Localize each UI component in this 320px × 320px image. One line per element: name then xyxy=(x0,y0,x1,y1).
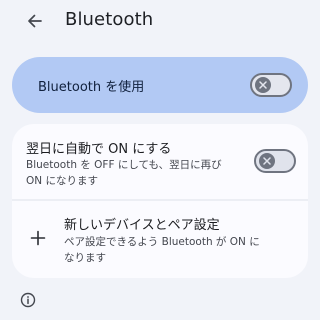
pair-new-device-subtitle: ペア設定できるよう Bluetooth が ON に なります xyxy=(64,234,260,266)
use-bluetooth-toggle-card[interactable]: Bluetooth を使用 xyxy=(12,57,308,113)
top-app-bar: Bluetooth xyxy=(0,0,320,44)
close-icon xyxy=(259,81,267,89)
pair-new-device-title: 新しいデバイスとペア設定 xyxy=(64,218,220,233)
use-bluetooth-label: Bluetooth を使用 xyxy=(38,80,145,95)
auto-on-switch[interactable] xyxy=(254,149,296,173)
auto-on-subtitle-line2: ON になります xyxy=(26,175,98,187)
pair-new-device-subtitle-line1: ペア設定できるよう Bluetooth が ON に xyxy=(64,236,260,248)
close-icon xyxy=(263,157,271,165)
page-title: Bluetooth xyxy=(65,9,154,30)
use-bluetooth-switch[interactable] xyxy=(250,73,292,97)
auto-on-next-day-row[interactable]: 翌日に自動で ON にする Bluetooth を OFF にしても、翌日に再び… xyxy=(12,124,308,199)
arrow-back-icon xyxy=(28,14,42,28)
back-button[interactable] xyxy=(18,6,52,36)
auto-on-subtitle-line1: Bluetooth を OFF にしても、翌日に再び xyxy=(26,159,222,171)
switch-thumb xyxy=(259,153,275,169)
switch-thumb xyxy=(255,77,271,93)
bluetooth-settings-screen: Bluetooth Bluetooth を使用 翌日に自動で ON にする Bl… xyxy=(0,0,320,320)
auto-on-subtitle: Bluetooth を OFF にしても、翌日に再び ON になります xyxy=(26,157,222,189)
info-icon xyxy=(20,292,36,308)
bluetooth-options-card: 翌日に自動で ON にする Bluetooth を OFF にしても、翌日に再び… xyxy=(12,124,308,278)
pair-new-device-subtitle-line2: なります xyxy=(64,252,106,264)
pair-new-device-row[interactable]: 新しいデバイスとペア設定 ペア設定できるよう Bluetooth が ON に … xyxy=(12,201,308,278)
plus-icon xyxy=(30,230,46,246)
auto-on-title: 翌日に自動で ON にする xyxy=(26,142,172,157)
